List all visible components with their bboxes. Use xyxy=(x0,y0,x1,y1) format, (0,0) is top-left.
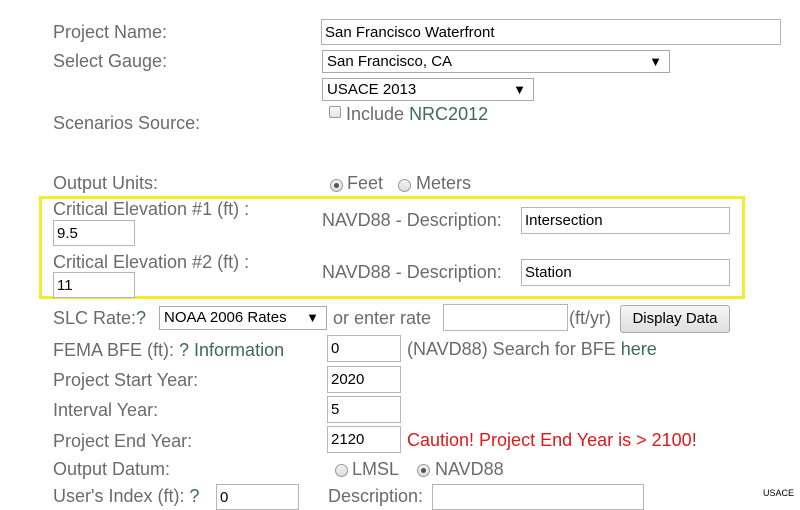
include-nrc2012-label: Include NRC2012 xyxy=(346,103,488,125)
rate-unit-text: (ft/yr) xyxy=(569,308,611,328)
interval-year-label: Interval Year: xyxy=(53,400,159,420)
slc-rate-select[interactable]: NOAA 2006 Rates ▼ xyxy=(159,306,327,330)
users-index-description-label: Description: xyxy=(328,486,424,506)
include-nrc2012-checkbox[interactable] xyxy=(329,106,341,118)
users-index-text: User's Index (ft): xyxy=(53,486,185,506)
users-index-label: User's Index (ft): ? xyxy=(53,485,200,507)
output-datum-label: Output Datum: xyxy=(53,459,171,479)
critical-elevation-2-input[interactable] xyxy=(53,272,135,298)
project-end-year-label: Project End Year: xyxy=(53,431,193,451)
navd88-label: NAVD88 xyxy=(435,459,504,479)
feet-radio[interactable] xyxy=(330,179,343,192)
dropdown-arrow-icon: ▼ xyxy=(649,54,662,69)
fema-bfe-text: FEMA BFE (ft): xyxy=(53,340,175,360)
bfe-here-link[interactable]: here xyxy=(621,339,657,359)
select-gauge-label: Select Gauge: xyxy=(53,51,168,71)
bfe-search-label: (NAVD88) Search for BFE xyxy=(407,339,616,359)
project-end-year-input[interactable] xyxy=(327,426,401,453)
slc-rate-help-link[interactable]: ? xyxy=(136,308,146,328)
critical-1-description-label: NAVD88 - Description: xyxy=(322,210,502,230)
meters-label: Meters xyxy=(416,173,472,193)
critical-elevation-1-label: Critical Elevation #1 (ft) : xyxy=(53,199,250,219)
critical-2-description-label: NAVD88 - Description: xyxy=(322,262,502,282)
bfe-search-text: (NAVD88) Search for BFE here xyxy=(407,338,657,360)
display-data-button[interactable]: Display Data xyxy=(620,305,730,333)
navd88-radio[interactable] xyxy=(417,464,430,477)
gauge-select[interactable]: San Francisco, CA ▼ xyxy=(322,50,670,73)
interval-year-input[interactable] xyxy=(327,396,401,423)
lmsl-label: LMSL xyxy=(352,459,400,479)
fema-information-link[interactable]: ? Information xyxy=(179,340,284,360)
critical-elevation-2-label: Critical Elevation #2 (ft) : xyxy=(53,252,250,272)
slc-rate-select-value: NOAA 2006 Rates xyxy=(164,309,287,326)
slc-rate-text: SLC Rate: xyxy=(53,308,137,328)
project-start-year-label: Project Start Year: xyxy=(53,370,199,390)
gauge-select-value: San Francisco, CA xyxy=(327,53,453,70)
scenarios-select[interactable]: USACE 2013 ▼ xyxy=(322,78,534,101)
lmsl-radio[interactable] xyxy=(335,464,348,477)
meters-radio[interactable] xyxy=(398,179,411,192)
critical-elevation-1-input[interactable] xyxy=(53,220,135,246)
feet-label: Feet xyxy=(347,173,384,193)
end-year-warning: Caution! Project End Year is > 2100! xyxy=(407,430,697,450)
dropdown-arrow-icon: ▼ xyxy=(513,82,526,97)
users-index-input[interactable] xyxy=(216,484,299,510)
scenarios-source-label: Scenarios Source: xyxy=(53,113,201,133)
users-index-help-link[interactable]: ? xyxy=(189,486,199,506)
or-enter-rate-text: or enter rate xyxy=(333,308,432,328)
slc-rate-label: SLC Rate:? xyxy=(53,307,146,329)
fema-bfe-label: FEMA BFE (ft): ? Information xyxy=(53,339,284,361)
scenarios-select-value: USACE 2013 xyxy=(327,81,417,98)
rate-input[interactable] xyxy=(443,304,568,331)
dropdown-arrow-icon: ▼ xyxy=(306,310,319,325)
users-index-description-input[interactable] xyxy=(432,484,644,510)
output-units-label: Output Units: xyxy=(53,173,159,193)
project-name-label: Project Name: xyxy=(53,22,168,42)
critical-2-description-input[interactable] xyxy=(521,259,730,286)
image-credit: USACE xyxy=(762,488,794,498)
project-name-input[interactable] xyxy=(321,19,781,45)
critical-1-description-input[interactable] xyxy=(521,207,730,234)
project-start-year-input[interactable] xyxy=(327,366,401,393)
include-text: Include xyxy=(346,104,405,124)
nrc2012-link[interactable]: NRC2012 xyxy=(409,104,488,124)
fema-bfe-input[interactable] xyxy=(327,335,401,362)
